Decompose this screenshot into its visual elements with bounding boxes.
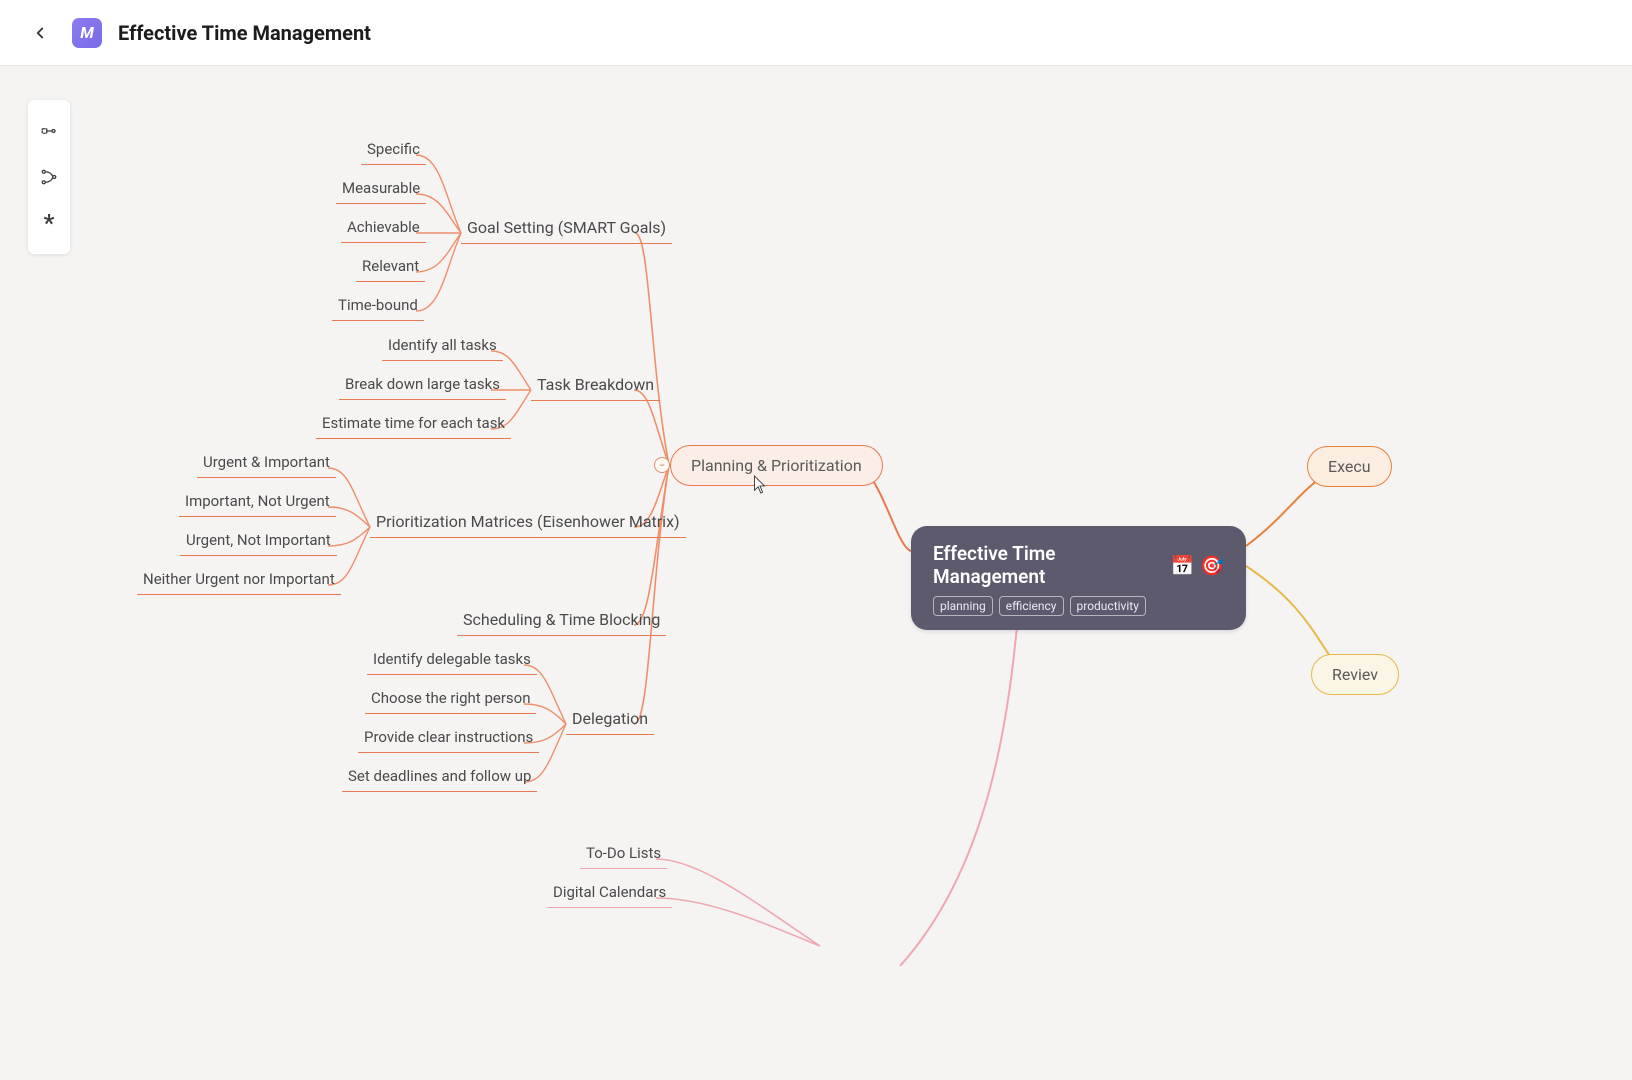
leaf-label: Estimate time for each task bbox=[322, 414, 505, 432]
leaf-label: Provide clear instructions bbox=[364, 728, 533, 746]
app-logo-letter: M bbox=[80, 23, 94, 42]
tag-efficiency[interactable]: efficiency bbox=[999, 596, 1064, 616]
leaf-identify-delegable[interactable]: Identify delegable tasks bbox=[367, 646, 537, 675]
branch-label: Delegation bbox=[572, 709, 648, 728]
collapse-toggle[interactable]: − bbox=[654, 457, 670, 473]
leaf-achievable[interactable]: Achievable bbox=[341, 214, 426, 243]
target-icon: 🎯 bbox=[1200, 554, 1224, 577]
leaf-label: Important, Not Urgent bbox=[185, 492, 330, 510]
leaf-label: Choose the right person bbox=[371, 689, 530, 707]
header: M Effective Time Management bbox=[0, 0, 1632, 66]
node-planning-prioritization[interactable]: Planning & Prioritization bbox=[670, 445, 883, 486]
leaf-label: Urgent, Not Important bbox=[186, 531, 331, 549]
leaf-todo-lists[interactable]: To-Do Lists bbox=[580, 840, 667, 869]
branch-scheduling[interactable]: Scheduling & Time Blocking bbox=[457, 606, 666, 636]
branch-prioritization-matrices[interactable]: Prioritization Matrices (Eisenhower Matr… bbox=[370, 508, 686, 538]
mindmap-canvas[interactable]: Effective Time Management 📅 🎯 planning e… bbox=[0, 66, 1632, 1080]
root-node[interactable]: Effective Time Management 📅 🎯 planning e… bbox=[911, 526, 1246, 630]
leaf-label: Neither Urgent nor Important bbox=[143, 570, 335, 588]
leaf-deadlines-followup[interactable]: Set deadlines and follow up bbox=[342, 763, 537, 792]
branch-task-breakdown[interactable]: Task Breakdown bbox=[531, 371, 660, 401]
leaf-neither[interactable]: Neither Urgent nor Important bbox=[137, 566, 341, 595]
leaf-label: Digital Calendars bbox=[553, 883, 666, 901]
node-execution-truncated[interactable]: Execu bbox=[1307, 446, 1392, 487]
leaf-label: Urgent & Important bbox=[203, 453, 330, 471]
app-logo: M bbox=[72, 18, 102, 48]
leaf-label: Identify delegable tasks bbox=[373, 650, 531, 668]
branch-label: Task Breakdown bbox=[537, 375, 654, 394]
branch-delegation[interactable]: Delegation bbox=[566, 705, 654, 735]
branch-label: Prioritization Matrices (Eisenhower Matr… bbox=[376, 512, 680, 531]
root-tags: planning efficiency productivity bbox=[933, 596, 1224, 616]
leaf-urgent-important[interactable]: Urgent & Important bbox=[197, 449, 336, 478]
branch-label: Goal Setting (SMART Goals) bbox=[467, 218, 666, 237]
leaf-important-not-urgent[interactable]: Important, Not Urgent bbox=[179, 488, 336, 517]
branch-goal-setting[interactable]: Goal Setting (SMART Goals) bbox=[461, 214, 672, 244]
root-title-text: Effective Time Management bbox=[933, 542, 1165, 588]
leaf-label: Achievable bbox=[347, 218, 420, 236]
leaf-relevant[interactable]: Relevant bbox=[356, 253, 425, 282]
leaf-label: To-Do Lists bbox=[586, 844, 661, 862]
leaf-estimate-time[interactable]: Estimate time for each task bbox=[316, 410, 511, 439]
leaf-identify-tasks[interactable]: Identify all tasks bbox=[382, 332, 503, 361]
leaf-label: Measurable bbox=[342, 179, 420, 197]
calendar-icon: 📅 bbox=[1171, 554, 1195, 577]
minus-icon: − bbox=[659, 460, 665, 471]
leaf-label: Time-bound bbox=[338, 296, 418, 314]
leaf-clear-instructions[interactable]: Provide clear instructions bbox=[358, 724, 539, 753]
branch-label: Scheduling & Time Blocking bbox=[463, 610, 660, 629]
leaf-break-down[interactable]: Break down large tasks bbox=[339, 371, 506, 400]
leaf-time-bound[interactable]: Time-bound bbox=[332, 292, 424, 321]
node-label: Planning & Prioritization bbox=[691, 456, 862, 475]
root-title: Effective Time Management 📅 🎯 bbox=[933, 542, 1224, 588]
back-button[interactable] bbox=[24, 17, 56, 49]
leaf-measurable[interactable]: Measurable bbox=[336, 175, 426, 204]
node-label: Reviev bbox=[1332, 665, 1378, 684]
leaf-label: Identify all tasks bbox=[388, 336, 497, 354]
leaf-specific[interactable]: Specific bbox=[361, 136, 426, 165]
node-review-truncated[interactable]: Reviev bbox=[1311, 654, 1399, 695]
node-label: Execu bbox=[1328, 457, 1371, 476]
leaf-digital-calendars[interactable]: Digital Calendars bbox=[547, 879, 672, 908]
leaf-label: Specific bbox=[367, 140, 420, 158]
tag-productivity[interactable]: productivity bbox=[1070, 596, 1146, 616]
page-title: Effective Time Management bbox=[118, 21, 371, 45]
leaf-urgent-not-important[interactable]: Urgent, Not Important bbox=[180, 527, 337, 556]
tag-planning[interactable]: planning bbox=[933, 596, 993, 616]
leaf-choose-person[interactable]: Choose the right person bbox=[365, 685, 536, 714]
chevron-left-icon bbox=[31, 24, 49, 42]
leaf-label: Break down large tasks bbox=[345, 375, 500, 393]
leaf-label: Relevant bbox=[362, 257, 419, 275]
leaf-label: Set deadlines and follow up bbox=[348, 767, 531, 785]
